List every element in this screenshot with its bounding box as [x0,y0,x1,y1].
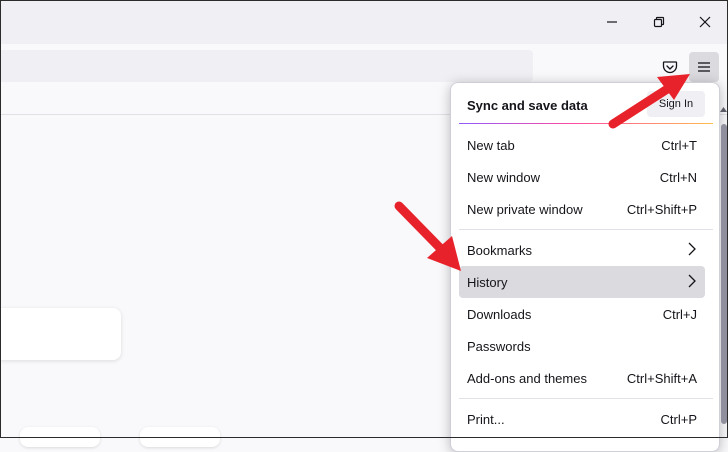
app-menu-panel: Sync and save data Sign In New tab Ctrl+… [450,82,720,452]
sync-label: Sync and save data [467,98,588,113]
menu-item-shortcut: Ctrl+T [661,138,697,153]
menu-item-history[interactable]: History [459,266,705,298]
menu-item-label: Downloads [467,307,532,322]
menu-item-bookmarks[interactable]: Bookmarks [459,234,705,266]
menu-item-shortcut: Ctrl+J [662,307,697,322]
restore-icon [653,16,665,28]
menu-item-label: New private window [467,202,583,217]
url-bar[interactable] [0,50,533,82]
chevron-right-icon [688,242,696,256]
menu-item-new-private-window[interactable]: New private window Ctrl+Shift+P [459,193,705,225]
scroll-up-arrow-icon[interactable] [719,106,728,114]
top-site-tile[interactable] [20,427,100,447]
menu-separator [459,229,713,230]
sync-row[interactable]: Sync and save data Sign In [451,83,719,123]
menu-item-shortcut: Ctrl+Shift+A [626,371,697,386]
menu-item-new-tab[interactable]: New tab Ctrl+T [459,129,705,161]
restore-button[interactable] [636,0,682,44]
menu-item-shortcut: Ctrl+P [660,412,697,427]
pocket-button[interactable] [655,52,685,82]
menu-item-label: Passwords [467,339,531,354]
minimize-icon [607,21,617,23]
search-card[interactable] [0,308,121,360]
menu-item-passwords[interactable]: Passwords [459,330,705,362]
menu-item-new-window[interactable]: New window Ctrl+N [459,161,705,193]
menu-item-shortcut: Ctrl+Shift+P [626,202,697,217]
close-button[interactable] [682,0,728,44]
title-bar [0,0,728,44]
menu-item-label: History [467,275,508,290]
minimize-button[interactable] [589,0,635,44]
menu-item-label: Bookmarks [467,243,533,258]
nav-toolbar [0,44,728,84]
menu-item-label: New window [467,170,540,185]
menu-scrollbar[interactable] [721,124,727,424]
menu-item-print[interactable]: Print... Ctrl+P [459,403,705,435]
menu-item-label: New tab [467,138,515,153]
top-site-tile[interactable] [140,427,220,447]
hamburger-menu-icon [698,62,710,72]
sync-divider [459,123,713,124]
sign-in-button[interactable]: Sign In [647,91,705,117]
menu-item-label: Add-ons and themes [467,371,587,386]
menu-item-label: Print... [467,412,505,427]
menu-item-add-ons-and-themes[interactable]: Add-ons and themes Ctrl+Shift+A [459,362,705,394]
app-menu-button[interactable] [689,52,719,82]
menu-item-shortcut: Ctrl+N [659,170,697,185]
menu-item-downloads[interactable]: Downloads Ctrl+J [459,298,705,330]
menu-separator [459,398,713,399]
close-icon [699,16,711,28]
chevron-right-icon [688,274,696,288]
pocket-icon [662,61,678,74]
